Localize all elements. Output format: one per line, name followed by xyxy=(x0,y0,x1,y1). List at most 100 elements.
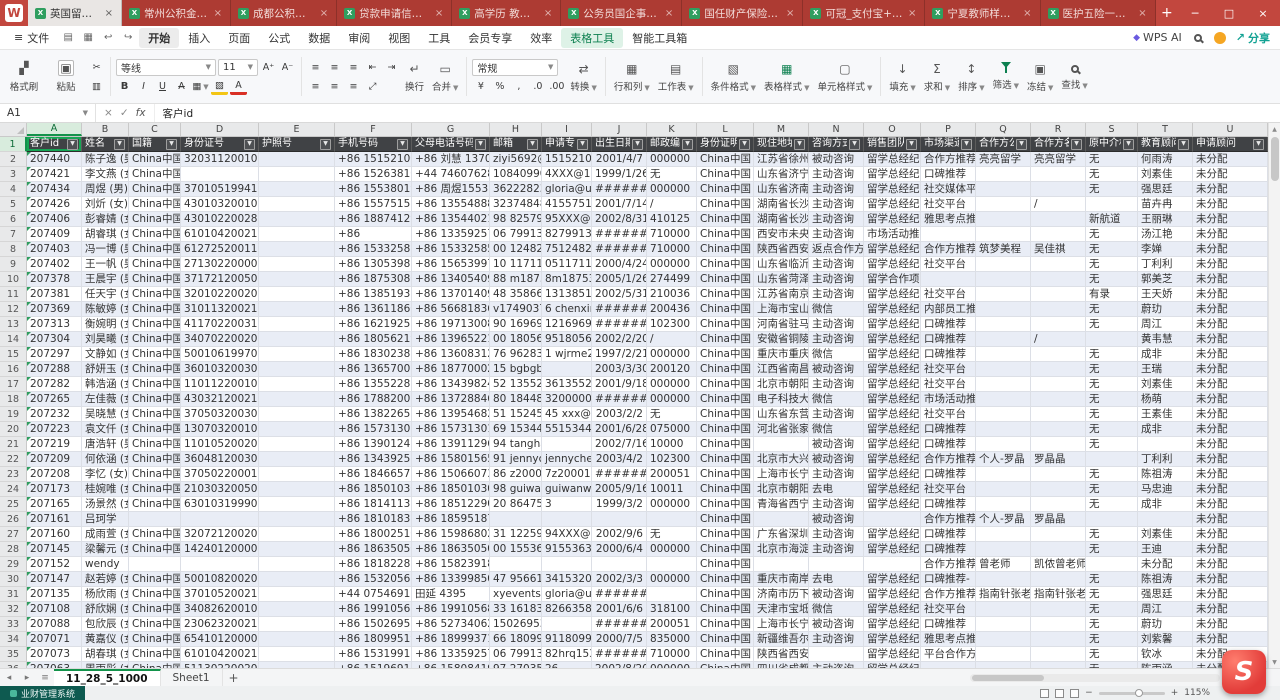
cell[interactable]: China中国 xyxy=(129,152,181,167)
row-number[interactable]: 23 xyxy=(0,467,27,482)
cell[interactable]: 主动咨询 xyxy=(809,332,864,347)
cell[interactable]: 2001/6/28 xyxy=(592,422,647,437)
cell[interactable]: +86 15066073 xyxy=(412,467,490,482)
cell[interactable]: +86 15332585 xyxy=(335,242,412,257)
cell[interactable]: 西安市未央 xyxy=(754,227,809,242)
cell[interactable]: 未分配 xyxy=(1193,257,1268,272)
cell[interactable] xyxy=(976,167,1031,182)
cell[interactable] xyxy=(647,557,697,572)
cell[interactable] xyxy=(259,167,335,182)
cell[interactable]: 710000 xyxy=(647,647,697,662)
cell[interactable]: 口碑推荐- xyxy=(921,572,976,587)
filter-dropdown-icon[interactable]: ▼ xyxy=(1123,139,1134,150)
cell[interactable]: 曾老师 xyxy=(976,557,1031,572)
cell[interactable]: 主动咨询 xyxy=(809,632,864,647)
cell[interactable] xyxy=(976,572,1031,587)
cell[interactable]: 文静如 (女 xyxy=(82,347,129,362)
zoom-level[interactable]: 115% xyxy=(1184,688,1210,698)
cell[interactable] xyxy=(976,272,1031,287)
cell[interactable]: China中国 xyxy=(129,302,181,317)
cell[interactable]: 主动咨询 xyxy=(809,287,864,302)
cell[interactable]: 207160 xyxy=(27,527,82,542)
member-icon[interactable] xyxy=(1214,32,1226,44)
cell[interactable]: 合作方推荐 xyxy=(921,452,976,467)
cell[interactable]: 207288 xyxy=(27,362,82,377)
cell[interactable]: 2001/6/6 xyxy=(592,602,647,617)
cell[interactable]: 1 wjrme221( xyxy=(542,347,592,362)
cell[interactable]: +86 52734062 xyxy=(412,617,490,632)
cell[interactable] xyxy=(259,212,335,227)
filter-dropdown-icon[interactable]: ▼ xyxy=(577,139,588,150)
column-header-P[interactable]: P xyxy=(921,123,976,136)
cell[interactable] xyxy=(129,557,181,572)
cell[interactable]: +86 13359257 xyxy=(412,647,490,662)
cell[interactable]: 2002/2/20 xyxy=(592,332,647,347)
cell[interactable] xyxy=(1031,317,1086,332)
cell[interactable]: / xyxy=(1031,332,1086,347)
cell[interactable]: +86 xyxy=(335,227,412,242)
cell[interactable] xyxy=(1031,272,1086,287)
filter-dropdown-icon[interactable]: ▼ xyxy=(906,139,917,150)
wps-ai-button[interactable]: ◆ WPS AI xyxy=(1133,31,1182,44)
select-all-corner[interactable] xyxy=(0,123,27,136)
cell[interactable]: 留学总经纪 xyxy=(864,257,921,272)
cell[interactable]: 2003/4/2 xyxy=(592,452,647,467)
cell[interactable]: 主动咨询 xyxy=(809,257,864,272)
cell[interactable]: 2005/9/16 xyxy=(592,482,647,497)
cell[interactable]: 被动咨询 xyxy=(809,362,864,377)
cell[interactable]: 320721200209060081 xyxy=(181,527,259,542)
cell[interactable]: 200051 xyxy=(647,467,697,482)
cell[interactable] xyxy=(754,557,809,572)
share-button[interactable]: ↗ 分享 xyxy=(1236,30,1270,46)
cell[interactable]: wendy xyxy=(82,557,129,572)
cell[interactable]: +86 13911296 xyxy=(412,437,490,452)
cell[interactable]: 留学总经纪 xyxy=(864,212,921,227)
cell[interactable]: 207313 xyxy=(27,317,82,332)
cell[interactable] xyxy=(976,662,1031,668)
cell[interactable]: 彭睿婧 (女 xyxy=(82,212,129,227)
cell[interactable]: 835000 xyxy=(647,632,697,647)
cell[interactable]: +86 13544021 xyxy=(412,212,490,227)
cell[interactable] xyxy=(976,602,1031,617)
header-cell[interactable]: 咨询方式▼ xyxy=(809,137,864,152)
cell[interactable]: 留学总经纪 xyxy=(864,332,921,347)
cell[interactable]: +86 15196918 xyxy=(335,662,412,668)
column-header-K[interactable]: K xyxy=(647,123,697,136)
cell[interactable] xyxy=(1031,662,1086,668)
cell[interactable]: 2002/7/16 xyxy=(592,437,647,452)
cell[interactable]: 207208 xyxy=(27,467,82,482)
cell[interactable] xyxy=(1031,647,1086,662)
cell[interactable]: 留学总经纪 xyxy=(864,167,921,182)
cell[interactable]: 山东省东营 xyxy=(754,407,809,422)
cell[interactable] xyxy=(1031,422,1086,437)
close-tab-icon[interactable]: × xyxy=(907,8,917,19)
cell[interactable]: guiwanwei( xyxy=(542,482,592,497)
column-header-I[interactable]: I xyxy=(542,123,592,136)
cell[interactable]: +86 15731301 xyxy=(335,422,412,437)
cell[interactable]: 韩浩涵 (女 xyxy=(82,377,129,392)
increase-decimal-icon[interactable]: .0 xyxy=(529,79,546,95)
row-number[interactable]: 31 xyxy=(0,587,27,602)
cell[interactable]: +86 18002510 xyxy=(335,527,412,542)
zoom-out-icon[interactable]: − xyxy=(1085,688,1093,698)
cell[interactable]: 留学总经纪 xyxy=(864,377,921,392)
header-cell[interactable]: 邮政编码▼ xyxy=(647,137,697,152)
cell[interactable]: 915536389( xyxy=(542,542,592,557)
cell[interactable]: 重庆市重庆 xyxy=(754,347,809,362)
cell[interactable] xyxy=(259,527,335,542)
cell[interactable]: +86 18182281 xyxy=(335,557,412,572)
cell[interactable]: / xyxy=(1031,197,1086,212)
column-header-L[interactable]: L xyxy=(697,123,754,136)
cell[interactable]: jennychen( xyxy=(542,452,592,467)
row-number[interactable]: 34 xyxy=(0,632,27,647)
cell[interactable]: 山东省临沂 xyxy=(754,257,809,272)
cell[interactable]: 留学总经纪 xyxy=(864,482,921,497)
cell[interactable]: 周雨彤 (女 xyxy=(82,662,129,668)
cell[interactable]: ######## xyxy=(592,302,647,317)
row-number[interactable]: 28 xyxy=(0,542,27,557)
cell[interactable]: 207369 xyxy=(27,302,82,317)
cell[interactable]: +86 18999371 xyxy=(412,632,490,647)
cut-icon[interactable]: ✂ xyxy=(88,59,105,75)
cell[interactable] xyxy=(181,557,259,572)
cell[interactable]: 丁利利 xyxy=(1138,257,1193,272)
